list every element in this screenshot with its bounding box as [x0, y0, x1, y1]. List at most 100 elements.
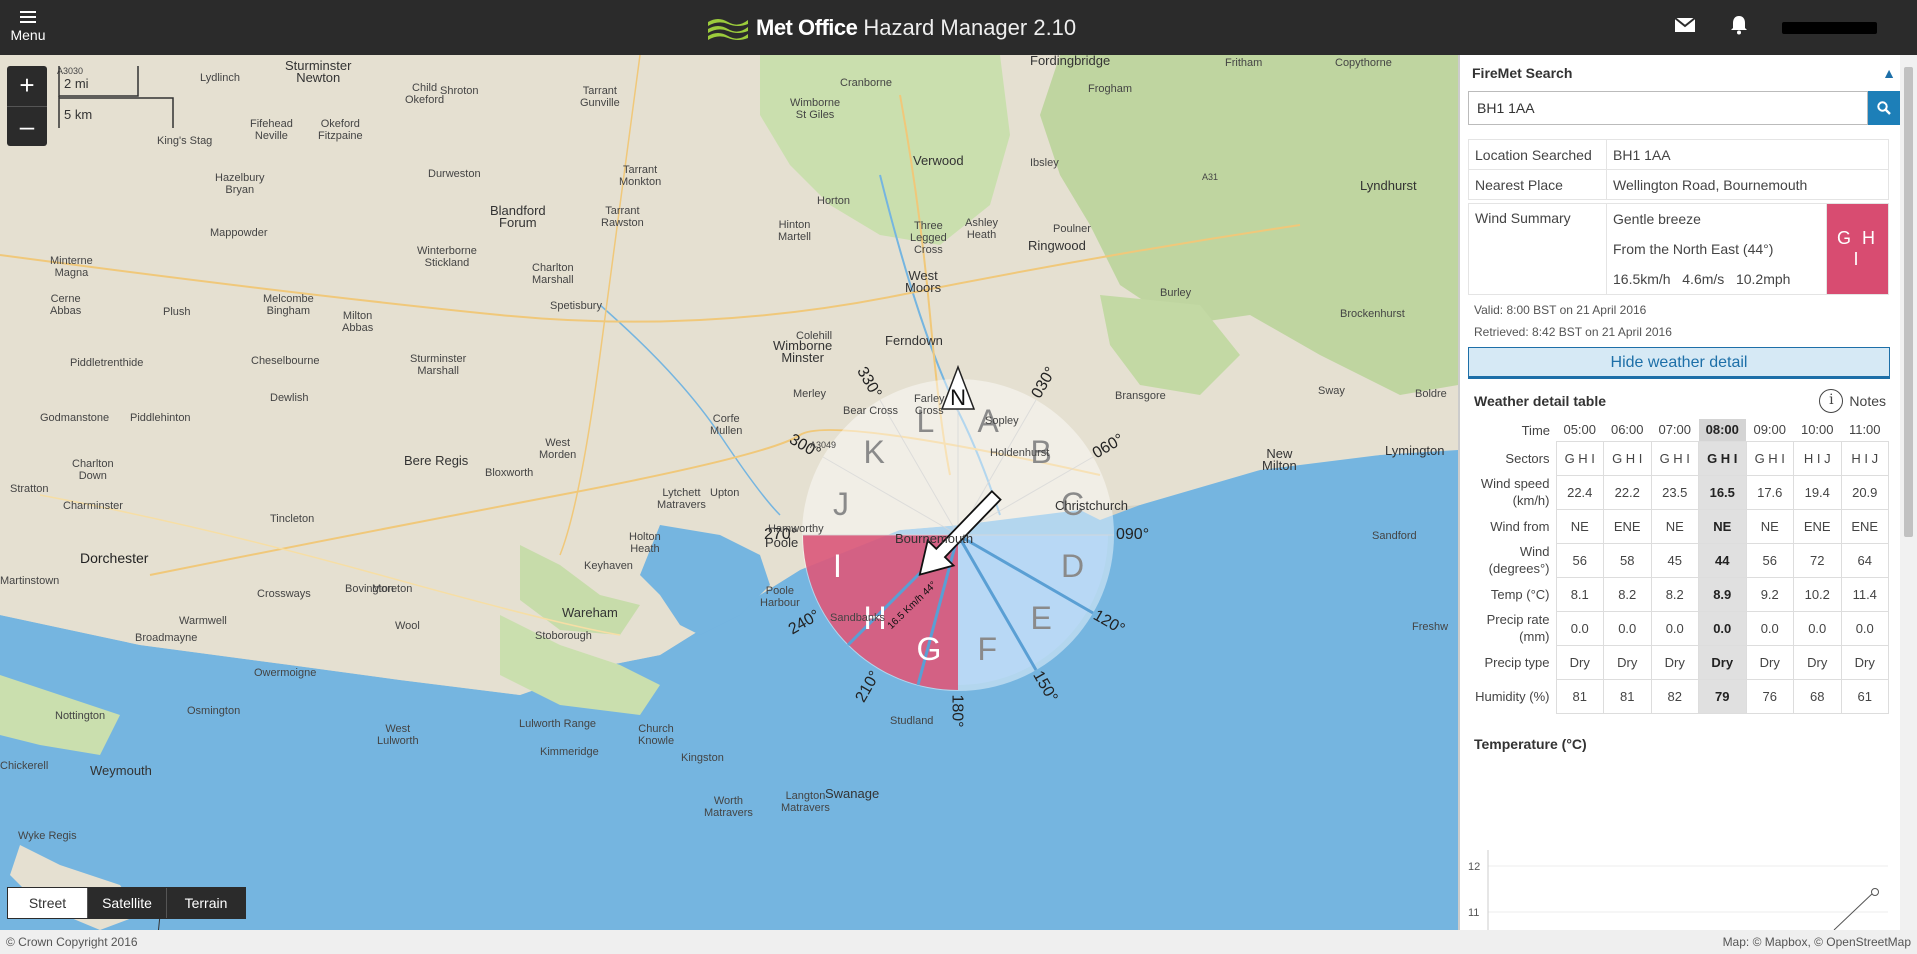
place-label: Hazelbury Bryan — [215, 172, 265, 196]
postcode-search-input[interactable]: BH1 1AA — [1468, 91, 1868, 125]
table-cell: 8.2 — [1603, 576, 1652, 612]
place-label: Dorchester — [80, 550, 149, 566]
place-label: Lyndhurst — [1360, 178, 1417, 193]
place-label: Charlton Marshall — [532, 262, 574, 286]
place-label: Upton — [710, 487, 740, 499]
place-label: Worth Matravers — [704, 795, 753, 819]
place-label: Sandbanks — [830, 612, 886, 624]
place-label: Sandford — [1372, 530, 1417, 542]
place-label: Spetisbury — [550, 300, 602, 312]
place-label: Tincleton — [270, 513, 315, 525]
zoom-controls: + – — [7, 66, 47, 146]
compass-sector-g: G — [916, 630, 942, 667]
table-cell: 64 — [1840, 542, 1889, 578]
time-header[interactable]: 10:00 — [1794, 419, 1842, 441]
map-view[interactable]: N ABCDEFGHIJKL 030° 060° 090° 120° 150° 180° 2… — [0, 55, 1458, 930]
zoom-out-button[interactable]: – — [7, 106, 47, 146]
panel-header[interactable]: FireMet Search ▲ — [1468, 55, 1900, 91]
row-label: Humidity (%) — [1475, 688, 1550, 704]
menu-label: Menu — [10, 27, 46, 43]
compass-sector-i: I — [833, 547, 842, 584]
place-label: King's Stag — [157, 135, 213, 147]
table-cell: 45 — [1650, 542, 1699, 578]
bell-icon[interactable] — [1730, 15, 1748, 40]
scale-miles: 2 mi — [64, 76, 89, 91]
time-header[interactable]: 07:00 — [1651, 419, 1699, 441]
place-label: Cerne Abbas — [50, 293, 82, 317]
table-row: Sectors G H IG H IG H IG H IG H IH I JH I… — [1468, 440, 1889, 476]
row-label: Temp (°C) — [1490, 586, 1550, 602]
table-cell: 8.2 — [1650, 576, 1699, 612]
time-header[interactable]: 09:00 — [1746, 419, 1794, 441]
place-label: Warmwell — [179, 615, 227, 627]
place-label: Cheselbourne — [251, 355, 320, 367]
place-label: Lytchett Matravers — [657, 487, 706, 511]
app-brand: Met Office Hazard Manager 2.10 — [706, 13, 1076, 43]
table-cell: G H I — [1698, 440, 1747, 476]
panel-title: FireMet Search — [1472, 65, 1573, 81]
place-label: Crossways — [257, 588, 311, 600]
zoom-in-button[interactable]: + — [7, 66, 47, 106]
place-label: West Morden — [539, 437, 577, 461]
place-label: Bovington — [345, 583, 394, 595]
place-label: Weymouth — [90, 763, 152, 778]
compass-sector-j: J — [833, 486, 850, 523]
menu-button[interactable]: Menu — [8, 8, 48, 46]
table-row: Wind from NE ENE NE NE NE ENE ENE — [1468, 508, 1889, 544]
map-attribution: Map: © Mapbox, © OpenStreetMap — [1722, 935, 1911, 949]
scale-km: 5 km — [64, 107, 93, 122]
layer-street-button[interactable]: Street — [8, 888, 87, 918]
row-label: Precip type — [1484, 654, 1550, 670]
table-cell: Dry — [1603, 644, 1652, 680]
place-label: Milton Abbas — [342, 310, 374, 334]
table-cell: 0.0 — [1793, 610, 1842, 646]
notes-button[interactable]: i Notes — [1819, 389, 1886, 413]
compass-north-label: N — [950, 385, 966, 410]
place-label: Charlton Down — [72, 458, 114, 482]
layer-satellite-button[interactable]: Satellite — [87, 888, 166, 918]
place-label: Bransgore — [1115, 390, 1166, 402]
table-cell: 23.5 — [1650, 474, 1699, 510]
chevron-up-icon[interactable]: ▲ — [1882, 55, 1896, 91]
brand-name: Met Office — [756, 15, 858, 40]
time-header[interactable]: 05:00 — [1556, 419, 1604, 441]
place-label: Wimborne Minster — [773, 338, 833, 365]
table-cell: 58 — [1603, 542, 1652, 578]
hide-weather-detail-button[interactable]: Hide weather detail — [1468, 347, 1890, 379]
user-name-redacted[interactable] — [1782, 21, 1877, 34]
table-cell: G H I — [1745, 440, 1794, 476]
wind-speeds: 16.5km/h 4.6m/s 10.2mph — [1613, 264, 1820, 294]
panel-scrollbar[interactable] — [1900, 55, 1917, 930]
compass-sector-f: F — [977, 630, 998, 667]
place-label: Tarrant Gunville — [580, 85, 620, 109]
place-label: Holdenhurst — [990, 447, 1050, 459]
place-label: Plush — [163, 306, 191, 318]
place-label: Wareham — [562, 605, 618, 620]
table-row: Wind speed (km/h) 22.4 22.2 23.5 16.5 17.6 19.… — [1468, 474, 1889, 510]
layer-terrain-button[interactable]: Terrain — [166, 888, 245, 918]
table-cell: 44 — [1698, 542, 1747, 578]
time-header[interactable]: 08:00 — [1698, 419, 1746, 441]
wind-mph: 10.2mph — [1735, 271, 1791, 287]
place-label: Horton — [817, 195, 851, 207]
table-cell: 22.4 — [1555, 474, 1604, 510]
notes-label: Notes — [1849, 393, 1886, 409]
place-label: Studland — [890, 715, 934, 727]
table-cell: Dry — [1840, 644, 1889, 680]
place-label: Ferndown — [885, 333, 943, 348]
envelope-icon[interactable] — [1674, 17, 1696, 38]
table-cell: 16.5 — [1698, 474, 1747, 510]
time-header[interactable]: 11:00 — [1841, 419, 1889, 441]
place-label: Church Knowle — [638, 723, 675, 747]
firemet-panel: FireMet Search ▲ BH1 1AA Location Search… — [1458, 55, 1917, 930]
place-label: Tarrant Rawston — [601, 205, 644, 229]
table-row: Temp (°C) 8.1 8.2 8.2 8.9 9.2 10.2 11.4 — [1468, 576, 1889, 612]
valid-time: Valid: 8:00 BST on 21 April 2016 — [1474, 303, 1647, 317]
place-label: Winterborne Stickland — [417, 245, 477, 269]
time-header[interactable]: 06:00 — [1604, 419, 1652, 441]
search-button[interactable] — [1868, 91, 1900, 125]
place-label: Lulworth Range — [519, 718, 597, 730]
table-cell: ENE — [1603, 508, 1652, 544]
place-label: Keyhaven — [584, 560, 633, 572]
nearest-place-value: Wellington Road, Bournemouth — [1606, 169, 1889, 200]
